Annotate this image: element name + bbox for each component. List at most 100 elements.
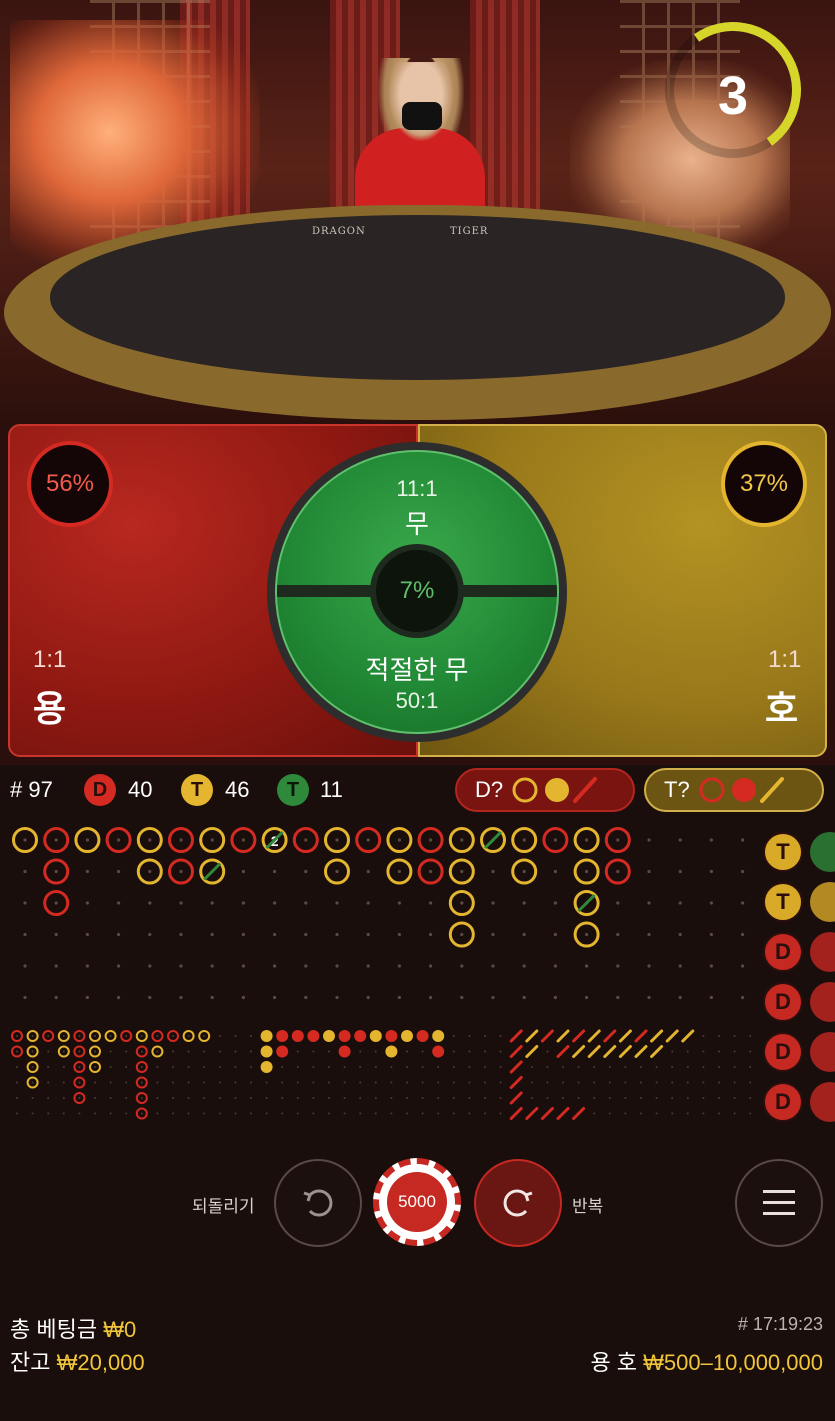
small-grid-dot: [328, 1081, 330, 1084]
round-number: # 97: [10, 777, 53, 802]
small-grid-dot: [265, 1081, 268, 1084]
small-grid-dot: [218, 1050, 221, 1053]
dragon-predict-button[interactable]: D?: [455, 768, 635, 812]
small-grid-dot: [125, 1050, 128, 1053]
small-grid-dot: [359, 1066, 362, 1068]
menu-button[interactable]: [735, 1159, 823, 1247]
bet-limits[interactable]: 용 호 ₩500–10,000,000: [590, 1345, 823, 1377]
small-grid-dot: [468, 1035, 471, 1037]
small-grid-dot: [62, 1097, 65, 1099]
undo-button[interactable]: [274, 1159, 362, 1247]
small-grid-dot: [468, 1097, 471, 1099]
grid-dot: [241, 869, 245, 874]
grid-dot: [678, 964, 682, 968]
small-grid-dot: [702, 1097, 705, 1099]
cockroach-marker: [509, 1045, 523, 1058]
small-road-marker: [260, 1045, 273, 1058]
grid-dot: [117, 964, 121, 968]
grid-dot: [179, 901, 183, 905]
small-grid-dot: [655, 1081, 658, 1084]
small-grid-dot: [203, 1035, 206, 1037]
grid-dot: [210, 964, 214, 968]
small-road-marker: [432, 1045, 445, 1058]
small-grid-dot: [702, 1050, 705, 1053]
total-bet-label: 총 베팅금: [10, 1317, 98, 1342]
grid-dot: [85, 932, 89, 937]
small-grid-dot: [328, 1066, 330, 1068]
cockroach-marker: [634, 1045, 648, 1058]
small-grid-dot: [16, 1097, 18, 1099]
grid-dot: [429, 901, 433, 905]
grid-dot: [179, 869, 183, 874]
tiger-bet-percent: 37%: [721, 441, 807, 527]
small-grid-dot: [234, 1112, 237, 1115]
small-grid-dot: [218, 1097, 221, 1099]
small-grid-dot: [234, 1066, 237, 1068]
repeat-button[interactable]: [474, 1159, 562, 1247]
small-grid-dot: [499, 1081, 502, 1084]
grid-dot: [23, 964, 27, 968]
suited-tie-label[interactable]: 적절한 무: [267, 650, 567, 687]
small-grid-dot: [546, 1081, 549, 1084]
roadmap[interactable]: 2 TTDDDD: [0, 820, 835, 1125]
small-grid-dot: [671, 1112, 674, 1115]
small-grid-dot: [593, 1066, 596, 1068]
grid-dot: [522, 964, 526, 968]
chip-selector[interactable]: 5000: [373, 1158, 461, 1246]
grid-dot: [304, 838, 308, 842]
small-grid-dot: [47, 1112, 50, 1115]
grid-dot: [553, 901, 558, 905]
small-grid-dot: [437, 1081, 440, 1084]
small-grid-dot: [94, 1097, 96, 1099]
small-grid-dot: [374, 1081, 377, 1084]
small-grid-dot: [250, 1035, 252, 1037]
grid-dot: [117, 869, 121, 874]
small-grid-dot: [640, 1097, 642, 1099]
tiger-predict-label: T?: [664, 777, 690, 802]
tiger-label: 호: [765, 689, 799, 730]
grid-dot: [647, 901, 651, 905]
small-grid-dot: [125, 1035, 128, 1037]
small-grid-dot: [421, 1081, 424, 1084]
grid-dot: [366, 838, 370, 842]
grid-dot: [304, 901, 308, 905]
cockroach-marker: [572, 1045, 586, 1058]
small-grid-dot: [593, 1112, 596, 1115]
small-grid-dot: [187, 1035, 190, 1037]
small-grid-dot: [281, 1112, 284, 1115]
small-grid-dot: [562, 1066, 564, 1068]
grid-dot: [54, 901, 58, 905]
small-grid-dot: [562, 1081, 564, 1084]
tiger-count: 46: [225, 777, 250, 802]
small-grid-dot: [234, 1035, 237, 1037]
grid-dot: [678, 932, 682, 937]
tiger-predict-button[interactable]: T?: [644, 768, 824, 812]
small-grid-dot: [390, 1097, 393, 1099]
dragon-count-badge: D: [84, 774, 116, 806]
grid-dot: [585, 964, 589, 968]
grid-dot: [54, 964, 58, 968]
small-grid-dot: [733, 1081, 736, 1084]
grid-dot: [23, 869, 27, 874]
cockroach-marker: [650, 1029, 664, 1043]
small-grid-dot: [468, 1112, 471, 1115]
grid-dot: [741, 932, 745, 937]
small-grid-dot: [31, 1081, 34, 1084]
small-grid-dot: [343, 1097, 346, 1099]
small-grid-dot: [218, 1035, 221, 1037]
small-grid-dot: [546, 1066, 549, 1068]
small-grid-dot: [718, 1066, 720, 1068]
small-grid-dot: [374, 1097, 377, 1099]
grid-dot: [366, 932, 370, 937]
grid-dot: [85, 869, 89, 874]
small-road-marker: [260, 1030, 273, 1042]
small-grid-dot: [78, 1112, 81, 1115]
grid-dot: [179, 838, 183, 842]
small-grid-dot: [671, 1050, 674, 1053]
grid-dot: [741, 838, 745, 842]
grid-dot: [210, 995, 214, 1000]
small-grid-dot: [718, 1112, 720, 1115]
grid-dot: [709, 932, 714, 937]
grid-dot: [210, 838, 214, 842]
grid-dot: [85, 964, 89, 968]
